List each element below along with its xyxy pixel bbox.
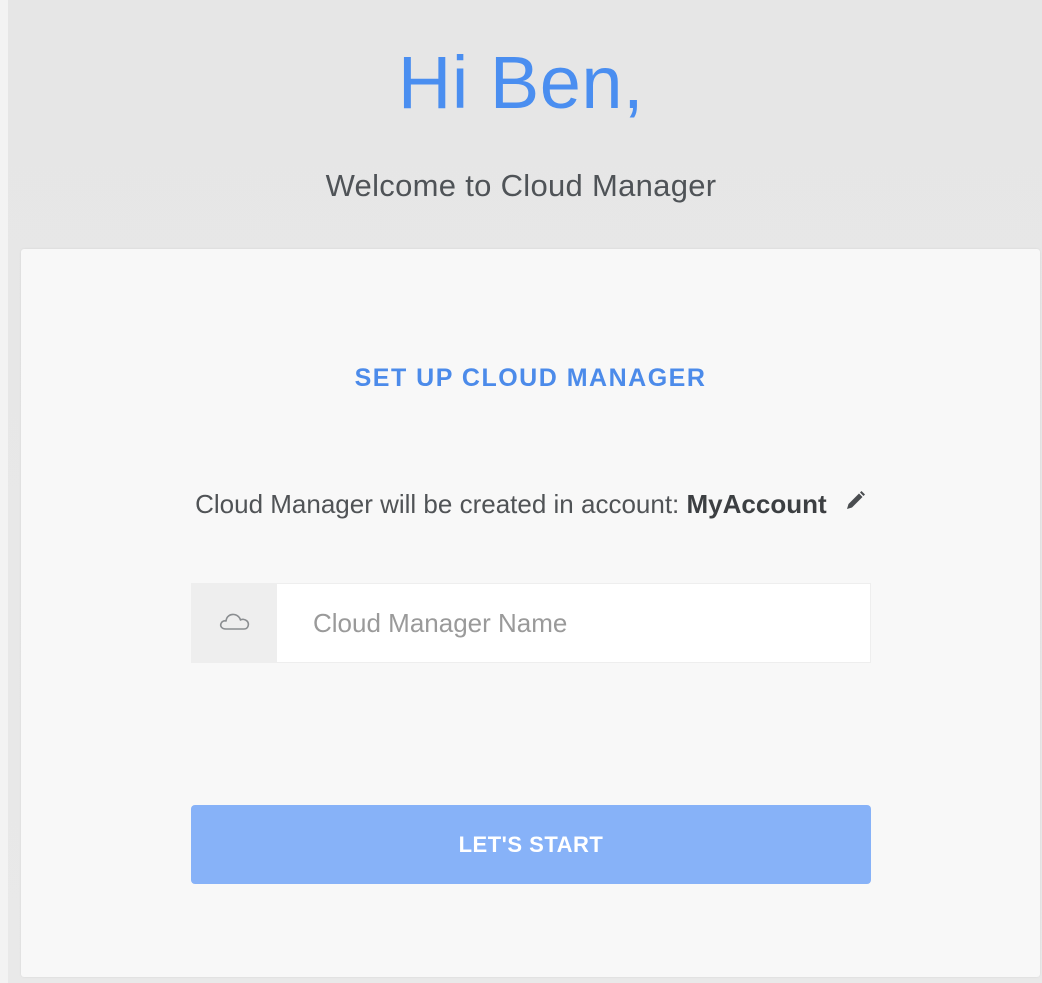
cloud-manager-name-input[interactable]	[277, 584, 870, 662]
account-line: Cloud Manager will be created in account…	[21, 489, 1040, 520]
pencil-icon[interactable]	[844, 488, 866, 519]
lets-start-button[interactable]: LET'S START	[191, 805, 871, 884]
setup-title: SET UP CLOUD MANAGER	[354, 364, 707, 392]
greeting-heading: Hi Ben,	[397, 41, 645, 124]
left-edge-strip	[0, 0, 8, 983]
field-icon-box	[192, 584, 277, 662]
cloud-manager-name-field	[191, 583, 871, 663]
welcome-subheading: Welcome to Cloud Manager	[325, 168, 717, 203]
setup-card: SET UP CLOUD MANAGER Cloud Manager will …	[21, 249, 1040, 977]
page: Hi Ben, Welcome to Cloud Manager SET UP …	[0, 0, 1042, 983]
cloud-icon	[218, 610, 252, 637]
account-name: MyAccount	[686, 489, 827, 519]
account-prefix-text: Cloud Manager will be created in account…	[195, 489, 680, 519]
